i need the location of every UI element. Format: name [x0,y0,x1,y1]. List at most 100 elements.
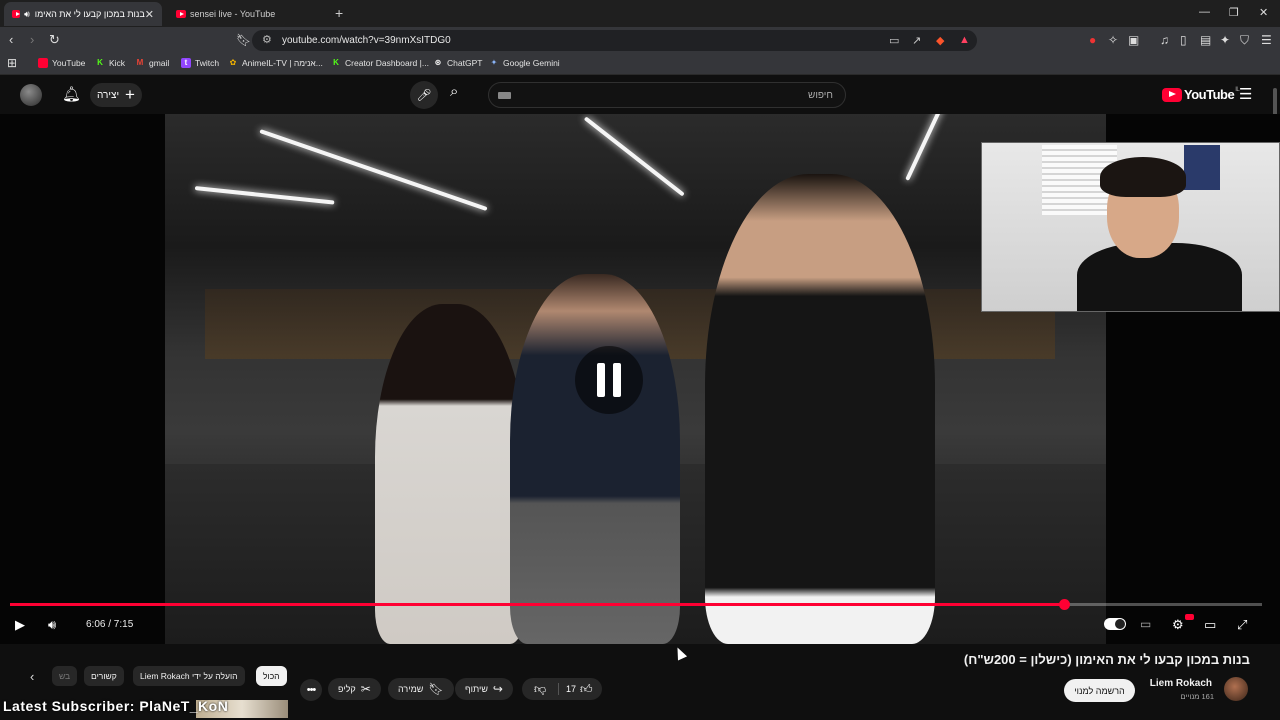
pause-overlay-icon[interactable] [575,346,643,414]
video-player[interactable]: ▶ 🔊︎ 6:06 / 7:15 ▭ ⚙ ▭ ⤢ [0,114,1280,644]
chip-all[interactable]: הכול [256,666,287,686]
bookmarks-bar: ⊞ YouTube K Kick Mgmail t Twitch ✿ AnimeIL-… [0,53,1280,75]
latest-subscriber-overlay: Latest Subscriber: PlaNeT_KoN [3,698,229,714]
theater-mode-icon[interactable]: ▭ [1204,617,1216,633]
chip-related[interactable]: קשורים [84,666,124,686]
volume-icon[interactable]: 🔊︎ [48,617,56,633]
reload-icon[interactable]: ↻ [49,33,60,47]
save-button[interactable]: שמירה 🔖︎ [388,678,454,700]
leo-ai-icon[interactable]: ✦ [1220,33,1230,47]
like-icon[interactable]: 👍︎ [580,682,593,697]
share-label: שיתוף [465,684,488,694]
save-label: שמירה [398,684,424,694]
share-button[interactable]: שיתוף ↪ [455,678,513,700]
forward-icon[interactable]: › [30,33,34,47]
more-actions-icon[interactable]: ••• [300,679,322,701]
notifications-bell-icon[interactable]: 🔔︎ [62,85,81,103]
youtube-favicon-icon [12,10,21,18]
clip-label: קליפ [338,684,356,694]
wall-poster [1184,145,1220,190]
wallet-icon[interactable]: ▤ [1200,33,1211,47]
tab-title: בנות במכון קבעו לי את האימו [34,9,145,19]
clip-button[interactable]: קליפ ✂ [328,678,381,700]
subtitles-icon[interactable]: ▭ [1140,617,1151,631]
youtube-logo-icon [1162,87,1182,102]
back-icon[interactable]: ‹ [9,33,13,47]
settings-gear-icon[interactable]: ⚙ [1172,617,1184,633]
bookmark-animeil[interactable]: ✿ AnimeIL-TV | אנימה... [228,58,323,68]
subscribe-button[interactable]: הרשמה למנוי [1064,679,1135,702]
create-label: יצירה [97,89,120,101]
brave-shields-icon[interactable]: ◆ [936,34,944,47]
media-icon[interactable]: ♫ [1160,33,1169,47]
bookmark-chatgpt[interactable]: ⊛ ChatGPT [433,58,483,68]
progress-played [10,603,1065,606]
video-details: בנות במכון קבעו לי את האימון (כישלון = 2… [0,644,1280,720]
twitch-icon: t [181,58,191,68]
site-info-icon[interactable]: ⚙ [262,33,272,46]
bookmark-youtube[interactable]: YouTube [38,58,85,68]
extension-record-icon[interactable]: ● [1089,33,1096,47]
save-bookmark-icon: 🔖︎ [428,682,444,696]
bookmark-creator-dashboard[interactable]: K Creator Dashboard |... [331,58,429,68]
autoplay-toggle[interactable] [1104,618,1126,630]
sidebar-icon[interactable]: ▯ [1180,33,1187,47]
minimize-icon[interactable]: — [1199,6,1210,18]
account-avatar[interactable] [20,84,42,106]
subscriber-count: 161 מנויים [1180,692,1214,701]
cast-icon[interactable]: ▭ [889,34,899,47]
apps-grid-icon[interactable]: ⊞ [7,56,17,70]
tab-active[interactable]: 🔊︎ בנות במכון קבעו לי את האימו ✕ [4,2,162,26]
person-woman [375,304,525,644]
chevron-left-icon[interactable]: ‹ [30,669,34,684]
close-window-icon[interactable]: ✕ [1259,6,1268,19]
brave-rewards-icon[interactable]: ▲ [959,34,970,46]
bookmark-kick[interactable]: K Kick [95,58,125,68]
bookmark-icon[interactable]: 🔖︎ [236,33,251,47]
channel-avatar[interactable] [1224,677,1248,701]
share-icon: ↪ [492,682,503,696]
youtube-favicon-icon [176,10,186,18]
youtube-logo[interactable]: YouTube IL [1162,87,1240,102]
progress-bar[interactable] [10,599,1262,610]
ceiling-light [905,114,943,181]
tab-sensei-live[interactable]: sensei live - YouTube [168,2,328,26]
kick-icon: K [97,58,103,67]
voice-search-icon[interactable]: 🎤︎ [410,81,438,109]
search-placeholder: חיפוש [808,90,833,101]
youtube-logo-text: YouTube [1184,87,1235,102]
chip-uploaded-by[interactable]: הועלה על ידי Liem Rokach [133,666,245,686]
channel-name[interactable]: Liem Rokach [1150,678,1212,689]
dislike-icon[interactable]: 👎︎ [534,682,546,697]
keyboard-icon[interactable] [498,92,511,99]
speaker-icon[interactable]: 🔊︎ [24,9,30,20]
fullscreen-icon[interactable]: ⤢ [1237,617,1247,633]
chatgpt-icon: ⊛ [434,58,442,67]
play-icon[interactable]: ▶ [15,617,25,633]
new-tab-icon[interactable]: + [335,5,343,21]
screenshot-icon[interactable]: ▣ [1128,33,1139,47]
bookmark-gmail[interactable]: Mgmail [135,58,170,68]
create-button[interactable]: יצירה + [90,83,142,107]
share-page-icon[interactable]: ↗ [912,34,921,47]
vpn-icon[interactable]: ⛉ [1240,33,1249,48]
address-bar[interactable]: ⚙ youtube.com/watch?v=39nmXsITDG0 ▭ ↗ ◆ … [252,30,977,51]
youtube-header: 🔔︎ יצירה + 🎤︎ ⌕ חיפוש YouTube IL ☰ [0,76,1280,114]
streamer-hair [1100,157,1186,197]
bookmark-gemini[interactable]: ✦ Google Gemini [489,58,560,68]
guide-menu-icon[interactable]: ☰ [1239,85,1252,103]
search-input[interactable]: חיפוש [488,82,846,108]
extensions-icon[interactable]: ✧ [1108,33,1118,47]
restore-icon[interactable]: ❐ [1229,6,1239,19]
like-count: 17 [566,684,577,694]
bookmark-twitch[interactable]: t Twitch [181,58,219,68]
video-title: בנות במכון קבעו לי את האימון (כישלון = 2… [963,652,1250,667]
animeil-icon: ✿ [229,58,237,67]
chip-partial[interactable]: בש [52,666,78,686]
url-text: youtube.com/watch?v=39nmXsITDG0 [282,35,451,46]
browser-menu-icon[interactable]: ☰ [1261,33,1272,47]
close-tab-icon[interactable]: ✕ [145,8,154,21]
browser-toolbar: ‹ › ↻ 🔖︎ ⚙ youtube.com/watch?v=39nmXsITD… [0,27,1280,53]
browser-tabstrip: 🔊︎ בנות במכון קבעו לי את האימו ✕ sensei … [0,0,1280,27]
search-icon[interactable]: ⌕ [450,83,458,100]
